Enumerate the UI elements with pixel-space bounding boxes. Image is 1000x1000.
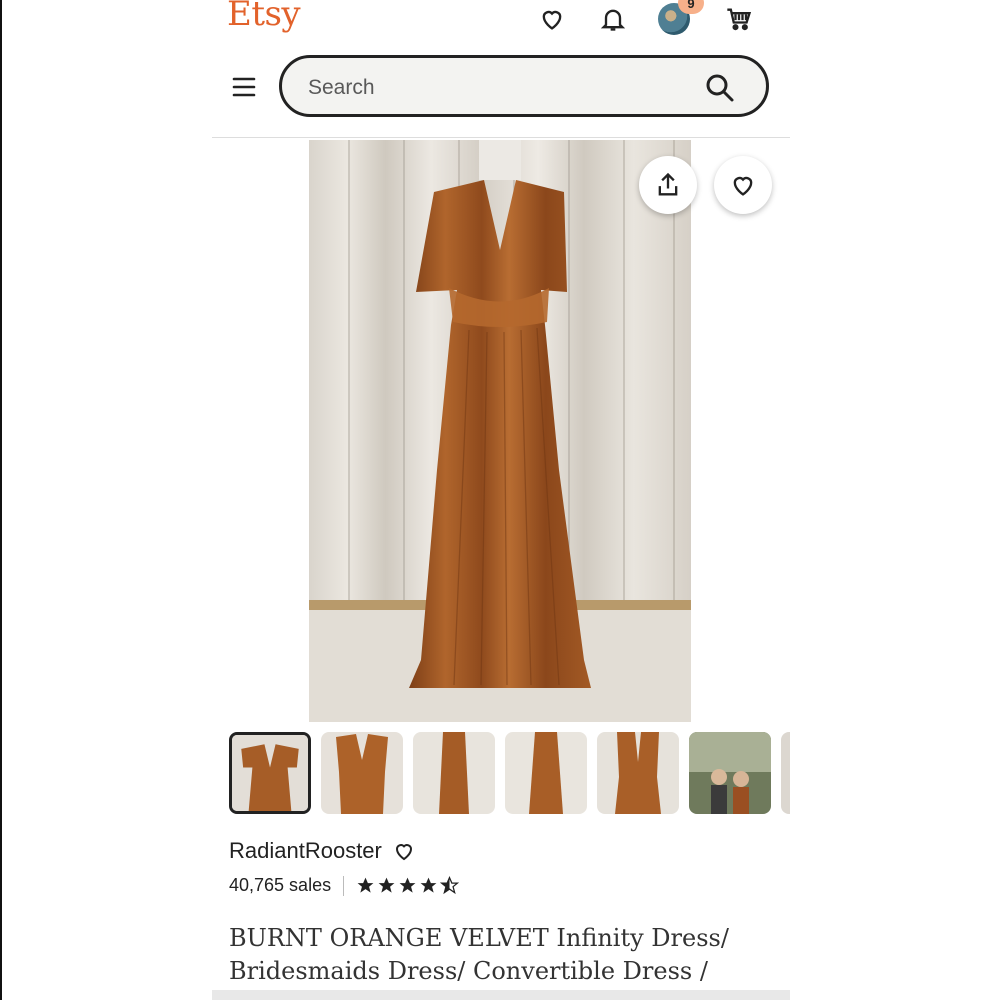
menu-icon[interactable] [230,72,260,102]
star-icon [378,877,395,893]
star-icon [399,877,416,893]
etsy-listing-page: Etsy 9 Search RadiantRooster 40,765 sale… [212,0,790,1000]
cart-icon[interactable] [722,2,756,36]
search-icon[interactable] [704,72,736,104]
separator [343,875,345,896]
search-input[interactable] [306,72,690,104]
thumbnail-strip [229,732,790,818]
thumbnail-5[interactable] [597,732,679,814]
favorite-button[interactable] [714,156,772,214]
thumbnail-3[interactable] [413,732,495,814]
share-icon [658,172,678,196]
shop-name-row: RadiantRooster [229,838,416,864]
sales-rating-row: 40,765 sales [229,875,460,896]
thumbnail-6[interactable] [689,732,771,814]
favorite-heart-icon [733,176,753,196]
follow-shop-heart-icon[interactable] [392,839,416,863]
etsy-logo[interactable]: Etsy [227,0,301,34]
star-icon [420,877,437,893]
thumbnail-2[interactable] [321,732,403,814]
share-button[interactable] [639,156,697,214]
listing-title: BURNT ORANGE VELVET Infinity Dress/ Brid… [229,924,729,985]
notification-badge: 9 [678,0,704,14]
main-product-image[interactable] [309,140,691,722]
thumbnail-7[interactable] [781,732,790,814]
search-bar [279,55,769,117]
header-divider [212,137,790,138]
thumbnail-4[interactable] [505,732,587,814]
notifications-bell-icon[interactable] [596,2,630,36]
shop-name[interactable]: RadiantRooster [229,838,382,864]
bottom-bar [212,990,790,1000]
half-star-icon [440,876,460,895]
screen-edge [0,0,2,1000]
favorites-heart-icon[interactable] [535,2,569,36]
thumbnail-1[interactable] [229,732,311,814]
rating-stars[interactable] [356,876,460,895]
sales-count: 40,765 sales [229,875,332,895]
star-icon [357,877,374,893]
